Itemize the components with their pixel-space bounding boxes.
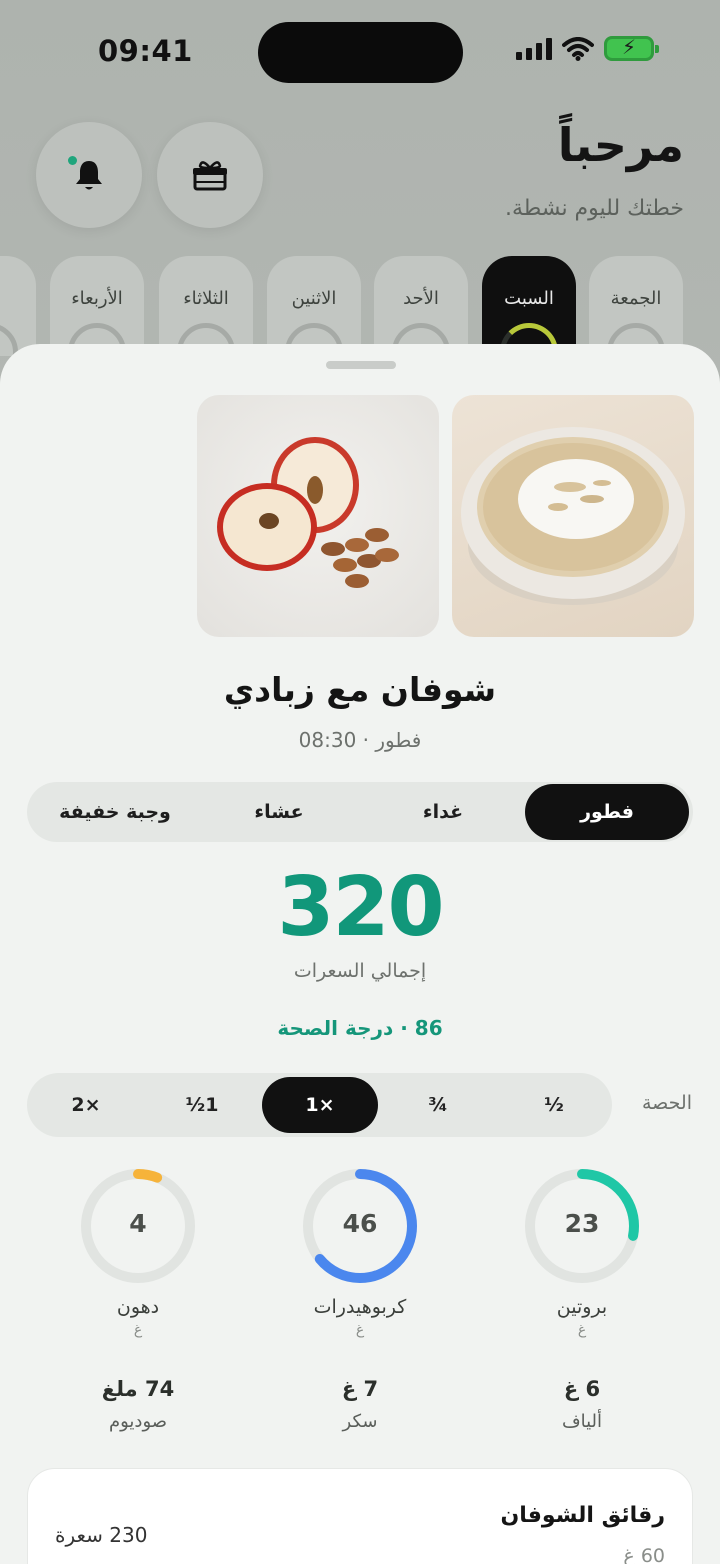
tab-snack[interactable]: وجبة خفيفة [33, 784, 197, 840]
fat-value: 4 [129, 1209, 147, 1238]
status-icons: ⚡ [516, 35, 659, 61]
protein-macro: 23 بروتين غ [520, 1164, 644, 1338]
meal-detail-sheet: شوفان مع زبادي فطور · 08:30 فطور غداء عش… [0, 344, 720, 1564]
status-time: 09:41 [98, 34, 193, 68]
health-score: 86 · درجة الصحة [277, 1016, 443, 1040]
status-bar: 09:41 ⚡ [0, 0, 720, 100]
fat-unit: غ [133, 1322, 143, 1338]
portion-option[interactable]: ½ [496, 1077, 612, 1133]
notification-dot [68, 156, 77, 165]
day-item[interactable]: الثلاثاء [159, 256, 253, 356]
ingredient-amount: 60 غ [623, 1545, 665, 1564]
greeting-subtitle: خطتك لليوم نشطة. [504, 196, 684, 221]
tab-dinner[interactable]: عشاء [197, 784, 361, 840]
ingredient-name: رقائق الشوفان [500, 1503, 665, 1528]
portion-selector: ½ ¾ ×1 1½ ×2 [27, 1073, 612, 1137]
meal-meta: فطور · 08:30 [298, 728, 422, 752]
dynamic-island [258, 22, 463, 83]
day-item[interactable]: الأربعاء [50, 256, 144, 356]
oatmeal-photo [452, 395, 694, 637]
tab-lunch[interactable]: غداء [361, 784, 525, 840]
total-calories-label: إجمالي السعرات [293, 960, 427, 982]
carbs-macro: 46 كربوهيدرات غ [298, 1164, 422, 1338]
sugar-label: سكر [342, 1411, 378, 1432]
sheet-grabber[interactable] [326, 361, 396, 369]
day-item[interactable]: الجمعة [589, 256, 683, 356]
bell-icon [76, 161, 102, 190]
sodium-label: صوديوم [108, 1411, 168, 1432]
notifications-button[interactable] [36, 122, 142, 228]
total-calories-value: 320 [277, 860, 444, 955]
fat-label: دهون [116, 1296, 160, 1318]
sugar-value: 7 غ [341, 1377, 379, 1401]
day-item-active[interactable]: السبت [482, 256, 576, 356]
portion-option[interactable]: ×2 [28, 1077, 144, 1133]
protein-label: بروتين [556, 1296, 608, 1318]
protein-value: 23 [564, 1209, 600, 1238]
carbs-value: 46 [342, 1209, 378, 1238]
sugar-stat: 7 غ سكر [290, 1377, 430, 1432]
fat-macro: 4 دهون غ [76, 1164, 200, 1338]
gift-icon [193, 161, 227, 191]
portion-option[interactable]: ¾ [380, 1077, 496, 1133]
greeting-title: مرحباً [557, 118, 684, 172]
apple-almonds-photo [197, 395, 439, 637]
tab-breakfast[interactable]: فطور [525, 784, 689, 840]
day-item[interactable]: الخ [0, 256, 36, 356]
day-selector: الجمعة السبت الأحد الاثنين الثلاثاء الأر… [0, 256, 720, 356]
protein-unit: غ [577, 1322, 587, 1338]
carbs-label: كربوهيدرات [313, 1296, 407, 1318]
portion-option[interactable]: 1½ [144, 1077, 260, 1133]
battery-icon: ⚡ [604, 35, 659, 61]
gift-button[interactable] [157, 122, 263, 228]
ingredient-card[interactable]: رقائق الشوفان 60 غ 230 سعرة [27, 1468, 693, 1564]
signal-icon [516, 37, 552, 60]
fiber-stat: 6 غ ألياف [512, 1377, 652, 1432]
meal-title: شوفان مع زبادي [223, 670, 497, 709]
carbs-unit: غ [355, 1322, 365, 1338]
sodium-value: 74 ملغ [101, 1377, 175, 1401]
fiber-label: ألياف [561, 1411, 603, 1432]
day-item[interactable]: الأحد [374, 256, 468, 356]
day-item[interactable]: الاثنين [267, 256, 361, 356]
fiber-value: 6 غ [563, 1377, 601, 1401]
portion-option-active[interactable]: ×1 [262, 1077, 378, 1133]
sodium-stat: 74 ملغ صوديوم [68, 1377, 208, 1432]
meal-type-tabs: فطور غداء عشاء وجبة خفيفة [27, 782, 693, 842]
ingredient-calories: 230 سعرة [55, 1523, 148, 1547]
portion-label: الحصة [642, 1092, 692, 1114]
wifi-icon [562, 36, 594, 61]
